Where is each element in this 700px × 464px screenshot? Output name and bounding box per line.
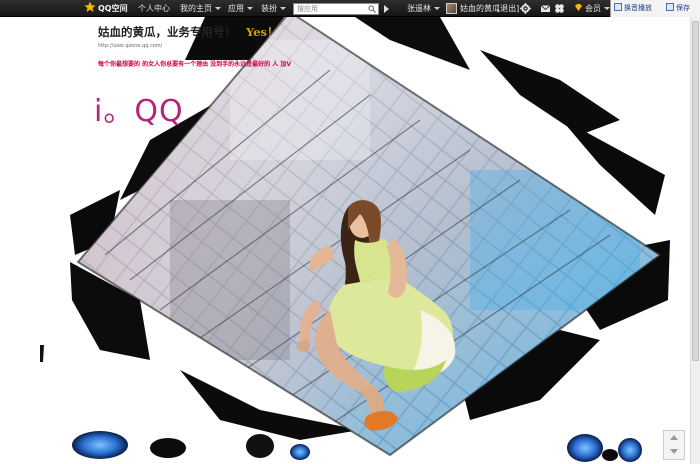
blog-description: 每个你最想要的 的女人你总要有一个理由 没到手的永远是最好的 人 加V <box>98 61 292 68</box>
vip-label: 会员 <box>585 4 601 13</box>
scrollbar-thumb[interactable] <box>692 21 699 361</box>
qzone-logo-label: QQ空间 <box>98 4 128 13</box>
nav-label: 应用 <box>228 4 244 13</box>
back-to-top-widget[interactable] <box>663 430 685 460</box>
profile-name[interactable]: 姑血的黄瓜 <box>460 0 500 17</box>
chevron-down-icon <box>215 7 221 10</box>
gear-icon[interactable] <box>520 3 531 14</box>
nav-personal-center[interactable]: 个人中心 <box>138 0 170 17</box>
clover-icon[interactable] <box>554 3 565 14</box>
play-icon[interactable] <box>384 5 389 13</box>
arrow-up-icon[interactable] <box>670 435 678 440</box>
qzone-logo[interactable]: QQ空间 <box>84 0 128 17</box>
save-icon <box>666 3 674 11</box>
music-play-label: 换音播放 <box>624 4 652 12</box>
chevron-down-icon <box>247 7 253 10</box>
arrow-down-icon[interactable] <box>670 449 678 454</box>
save-button[interactable]: 保存 <box>666 0 690 17</box>
quick-actions-box: 换音播放 保存 <box>610 0 700 17</box>
blog-title-suffix: Yes！ <box>246 25 279 39</box>
diamond-icon <box>575 4 582 11</box>
music-icon <box>614 3 622 11</box>
mail-icon[interactable] <box>540 3 551 14</box>
nav-my-homepage[interactable]: 我的主页 <box>180 0 221 17</box>
blog-title[interactable]: 姑血的黄瓜，业务专用号！ Yes！ <box>98 24 279 40</box>
chevron-down-icon <box>280 7 286 10</box>
chevron-down-icon <box>434 7 440 10</box>
search-icon[interactable] <box>368 5 376 13</box>
blog-big-letters: i。QQ <box>94 94 184 129</box>
username-label: 张遥林 <box>407 4 431 13</box>
music-play-button[interactable]: 换音播放 <box>614 0 652 17</box>
vip-menu[interactable]: 会员 <box>574 0 610 17</box>
blog-background-art <box>40 17 670 462</box>
qzone-topbar: QQ空间 个人中心 我的主页 应用 装扮 搜应用 张遥林 姑血的黄瓜 [退出] … <box>0 0 700 17</box>
blog-url[interactable]: http://user.qzone.qq.com/ <box>98 43 162 49</box>
username-menu[interactable]: 张遥林 <box>407 0 440 17</box>
search-input[interactable]: 搜应用 <box>293 3 379 15</box>
vertical-scrollbar[interactable] <box>690 17 700 464</box>
search-placeholder: 搜应用 <box>297 5 318 13</box>
nav-label: 个人中心 <box>138 4 170 13</box>
avatar[interactable] <box>446 3 457 14</box>
logout-link[interactable]: [退出] <box>497 0 519 17</box>
qzone-star-icon <box>84 1 96 12</box>
blog-title-text: 姑血的黄瓜，业务专用号！ <box>98 25 236 39</box>
nav-label: 装扮 <box>261 4 277 13</box>
nav-label: 我的主页 <box>180 4 212 13</box>
nav-apps[interactable]: 应用 <box>228 0 253 17</box>
nav-decorate[interactable]: 装扮 <box>261 0 286 17</box>
qzone-page: 姑血的黄瓜，业务专用号！ Yes！ http://user.qzone.qq.co… <box>0 0 700 464</box>
save-label: 保存 <box>676 4 690 12</box>
